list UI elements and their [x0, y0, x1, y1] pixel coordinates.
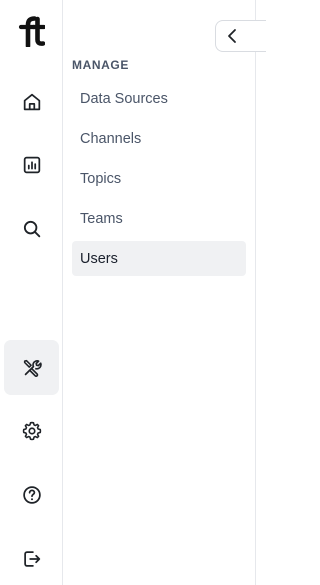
nav-home-button[interactable]: [4, 74, 59, 129]
app-frame: MANAGE Data Sources Channels Topics Team…: [0, 0, 266, 585]
nav-logout-button[interactable]: [4, 531, 59, 585]
home-icon: [23, 93, 40, 110]
sidebar-item-topics[interactable]: Topics: [72, 161, 246, 196]
nav-manage-button[interactable]: [4, 340, 59, 395]
sidebar-item-channels[interactable]: Channels: [72, 121, 246, 156]
content-area-edge: [256, 0, 266, 585]
sidebar-item-label: Teams: [80, 210, 123, 227]
sidebar-item-data-sources[interactable]: Data Sources: [72, 81, 246, 116]
manage-panel: MANAGE Data Sources Channels Topics Team…: [63, 0, 256, 585]
nav-search-button[interactable]: [4, 201, 59, 256]
nav-reports-button[interactable]: [4, 137, 59, 192]
logout-icon: [23, 550, 40, 567]
sidebar-item-label: Users: [80, 250, 118, 267]
section-heading: MANAGE: [72, 58, 129, 72]
sidebar-item-label: Data Sources: [80, 90, 168, 107]
search-icon: [23, 220, 40, 237]
chart-icon: [23, 156, 40, 173]
sidebar-item-users[interactable]: Users: [72, 241, 246, 276]
chevron-left-icon: [228, 29, 236, 43]
help-icon: [22, 485, 41, 504]
sidebar-item-teams[interactable]: Teams: [72, 201, 246, 236]
icon-rail: [0, 0, 63, 585]
tools-icon: [23, 359, 42, 377]
logo[interactable]: [17, 15, 47, 49]
sidebar-item-label: Channels: [80, 130, 142, 147]
nav-settings-button[interactable]: [4, 403, 59, 458]
logo-mark: [18, 16, 47, 49]
nav-help-button[interactable]: [4, 467, 59, 522]
gear-icon: [22, 421, 41, 440]
sidebar-item-label: Topics: [80, 170, 122, 187]
collapse-sidebar-button[interactable]: [215, 20, 266, 52]
